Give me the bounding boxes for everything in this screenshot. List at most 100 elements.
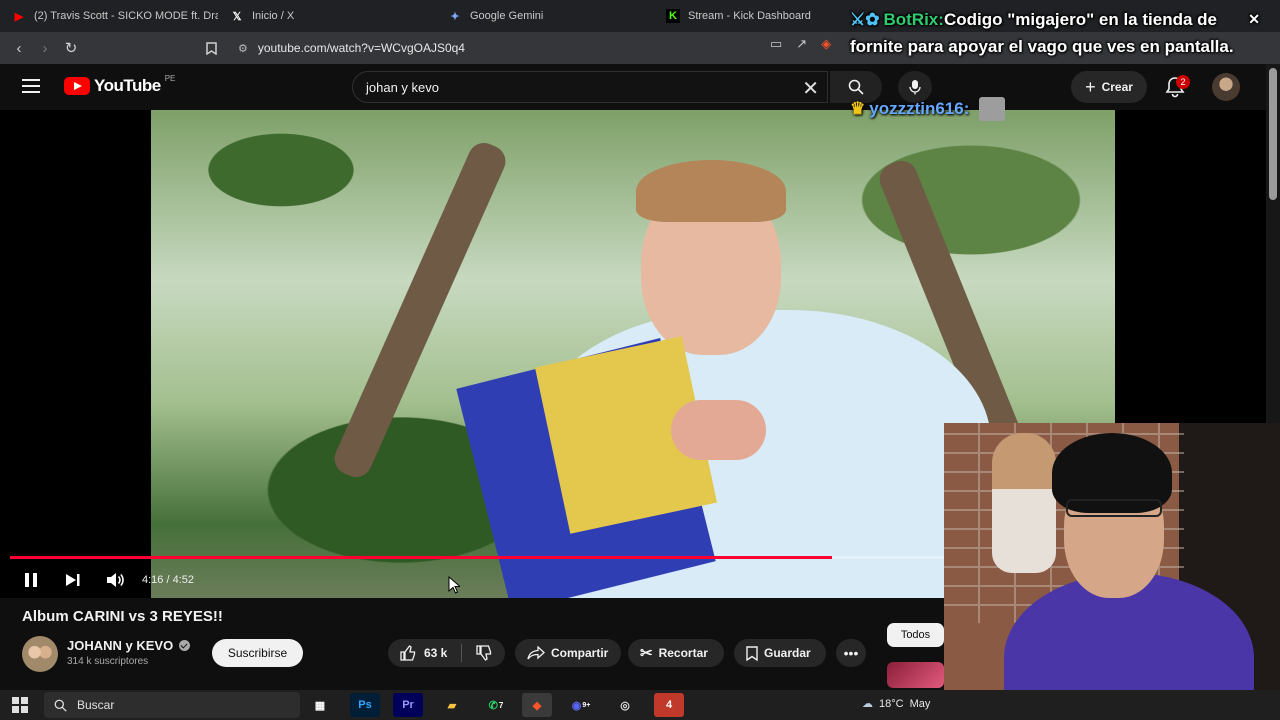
search-input[interactable]: johan y kevo ✕ bbox=[352, 71, 828, 103]
thumbs-down-icon[interactable] bbox=[476, 645, 492, 661]
video-title: Album CARINI vs 3 REYES!! bbox=[22, 608, 223, 625]
create-label: Crear bbox=[1101, 80, 1133, 94]
youtube-play-icon bbox=[64, 77, 90, 95]
share-button[interactable]: Compartir bbox=[515, 639, 621, 667]
tab-x[interactable]: 𝕏 Inicio / X bbox=[218, 0, 436, 32]
filter-chip-all[interactable]: Todos bbox=[887, 623, 944, 647]
divider bbox=[461, 644, 463, 662]
forward-icon[interactable]: › bbox=[32, 35, 58, 61]
windows-taskbar: Buscar ▦ Ps Pr ▰ ✆ 7 ◆ ◉ 9+ ◎ 4 ☁ 18°C May bbox=[0, 690, 1280, 720]
obs-icon[interactable]: ◎ bbox=[610, 693, 640, 717]
discord-badge: 9+ bbox=[582, 701, 591, 709]
discord-icon[interactable]: ◉ 9+ bbox=[566, 693, 596, 717]
pause-icon[interactable] bbox=[20, 569, 42, 591]
scrollbar-thumb[interactable] bbox=[1269, 68, 1277, 200]
weather-extra: May bbox=[909, 697, 931, 710]
search-icon bbox=[848, 79, 864, 95]
x-icon: 𝕏 bbox=[232, 10, 242, 23]
clip-button[interactable]: ✂ Recortar bbox=[628, 639, 724, 667]
moderator-badge-icon: ⚔✿ bbox=[850, 10, 880, 29]
tab-title: Inicio / X bbox=[252, 10, 295, 22]
thumbs-up-icon bbox=[400, 645, 416, 661]
like-button[interactable]: 63 k bbox=[400, 645, 447, 661]
subscribe-button[interactable]: Suscribirse bbox=[212, 639, 303, 667]
mouse-cursor-icon bbox=[448, 576, 460, 594]
hand bbox=[671, 400, 766, 460]
weather-widget[interactable]: ☁ 18°C May bbox=[862, 697, 931, 711]
next-icon[interactable] bbox=[62, 569, 84, 591]
premiere-icon[interactable]: Pr bbox=[393, 693, 423, 717]
search-icon bbox=[54, 699, 67, 712]
microphone-icon bbox=[909, 80, 921, 95]
brave-browser-icon[interactable]: ◆ bbox=[522, 693, 552, 717]
player-controls: 4:16 / 4:52 bbox=[0, 566, 944, 594]
streamer-glasses bbox=[1066, 499, 1162, 517]
photoshop-icon[interactable]: Ps bbox=[350, 693, 380, 717]
notification-badge: 2 bbox=[1176, 75, 1190, 89]
channel-name-link[interactable]: JOHANN y KEVO bbox=[67, 638, 191, 653]
taskbar-search[interactable]: Buscar bbox=[44, 692, 300, 718]
save-button[interactable]: Guardar bbox=[734, 639, 826, 667]
share-label: Compartir bbox=[551, 646, 609, 660]
brave-shields-icon[interactable]: ◈ bbox=[821, 36, 831, 52]
clear-search-icon[interactable]: ✕ bbox=[802, 76, 819, 101]
time-display: 4:16 / 4:52 bbox=[142, 574, 194, 586]
person-hair bbox=[636, 160, 786, 222]
save-to-playlist-icon bbox=[746, 645, 758, 661]
chat-username: BotRix: bbox=[883, 10, 944, 29]
progress-bar[interactable] bbox=[10, 556, 944, 559]
back-icon[interactable]: ‹ bbox=[6, 35, 32, 61]
tab-youtube[interactable]: ▶ (2) Travis Scott - SICKO MODE ft. Dra bbox=[0, 0, 218, 32]
url-text: youtube.com/watch?v=WCvgOAJS0q4 bbox=[257, 41, 465, 55]
file-explorer-icon[interactable]: ▰ bbox=[437, 693, 467, 717]
menu-icon[interactable] bbox=[22, 79, 40, 93]
create-button[interactable]: + Crear bbox=[1071, 71, 1147, 103]
youtube-logo[interactable]: YouTube PE bbox=[64, 73, 176, 96]
youtube-icon: ▶ bbox=[14, 10, 24, 23]
tab-title: Google Gemini bbox=[470, 10, 544, 22]
more-actions-icon[interactable]: ••• bbox=[836, 639, 866, 667]
whatsapp-icon[interactable]: ✆ 7 bbox=[481, 693, 511, 717]
temperature: 18°C bbox=[879, 697, 904, 710]
verified-icon bbox=[179, 640, 191, 651]
chat-message-yozzztin: ♛ yozzztin616: bbox=[850, 97, 1006, 121]
windows-start-icon[interactable] bbox=[12, 697, 28, 713]
like-dislike-group: 63 k bbox=[388, 639, 505, 667]
cat-figure bbox=[992, 433, 1056, 573]
plus-icon: + bbox=[1085, 76, 1096, 97]
search-value: johan y kevo bbox=[366, 79, 439, 95]
site-settings-icon[interactable]: ⚙ bbox=[238, 42, 248, 55]
share-icon bbox=[527, 646, 545, 660]
account-avatar[interactable] bbox=[1212, 73, 1240, 101]
whatsapp-badge: 7 bbox=[498, 700, 504, 710]
logo-text: YouTube bbox=[94, 76, 161, 95]
taskbar-search-placeholder: Buscar bbox=[77, 698, 115, 712]
address-bar[interactable]: ⚙ youtube.com/watch?v=WCvgOAJS0q4 bbox=[230, 36, 830, 60]
progress-played bbox=[10, 556, 832, 559]
cast-icon[interactable]: ▭ bbox=[770, 36, 782, 52]
task-view-icon[interactable]: ▦ bbox=[305, 693, 335, 717]
region-code: PE bbox=[164, 73, 176, 83]
emote-icon bbox=[979, 97, 1006, 121]
chat-message-botrix: ⚔✿ BotRix:Codigo "migajero" en la tienda … bbox=[850, 6, 1270, 60]
reload-icon[interactable]: ↻ bbox=[58, 35, 84, 61]
app-icon[interactable]: 4 bbox=[654, 693, 684, 717]
toolbar-extensions: ▭ ↗ ◈ bbox=[770, 36, 831, 52]
save-label: Guardar bbox=[764, 646, 811, 660]
tab-kick[interactable]: K Stream - Kick Dashboard bbox=[654, 0, 844, 32]
share-page-icon[interactable]: ↗ bbox=[796, 36, 807, 52]
recommended-thumbnail[interactable] bbox=[887, 662, 944, 688]
streamer-webcam bbox=[944, 423, 1280, 720]
clip-label: Recortar bbox=[658, 646, 708, 660]
gemini-icon: ✦ bbox=[450, 10, 460, 23]
bookmark-icon[interactable] bbox=[198, 35, 224, 61]
tab-title: Stream - Kick Dashboard bbox=[688, 10, 811, 22]
volume-icon[interactable] bbox=[104, 569, 126, 591]
chat-username: yozzztin616: bbox=[869, 99, 970, 118]
kick-icon: K bbox=[666, 9, 680, 23]
tab-title: (2) Travis Scott - SICKO MODE ft. Dra bbox=[34, 10, 218, 22]
tab-gemini[interactable]: ✦ Google Gemini bbox=[436, 0, 654, 32]
channel-name: JOHANN y KEVO bbox=[67, 638, 174, 653]
close-icon[interactable]: ✕ bbox=[1248, 6, 1260, 33]
channel-avatar[interactable] bbox=[22, 636, 58, 672]
